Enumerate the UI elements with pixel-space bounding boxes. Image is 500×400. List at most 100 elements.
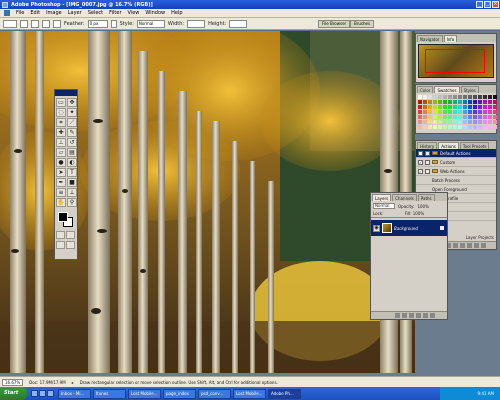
color-swatch[interactable] (418, 120, 422, 124)
color-swatch[interactable] (428, 105, 432, 109)
color-swatch[interactable] (468, 110, 472, 114)
color-swatch[interactable] (463, 100, 467, 104)
color-swatch[interactable] (428, 100, 432, 104)
color-swatch[interactable] (478, 115, 482, 119)
new-selection-icon[interactable] (20, 19, 28, 28)
color-swatch[interactable] (448, 100, 452, 104)
clone-stamp-tool-icon[interactable]: ⊥ (56, 138, 66, 147)
tab-history[interactable]: History (417, 142, 438, 149)
color-swatch[interactable] (488, 110, 492, 114)
color-swatch[interactable] (423, 95, 427, 99)
system-tray-clock[interactable]: 9:41 AM (440, 387, 500, 400)
history-brush-tool-icon[interactable]: ↺ (67, 138, 77, 147)
color-swatch[interactable] (488, 95, 492, 99)
action-set-row[interactable]: ✓ Custom (416, 158, 496, 167)
color-swatch[interactable] (478, 125, 482, 129)
color-swatch[interactable] (453, 100, 457, 104)
color-swatch[interactable] (443, 120, 447, 124)
color-swatch[interactable] (428, 110, 432, 114)
tab-swatches[interactable]: Swatches (434, 86, 460, 93)
maximize-button[interactable]: □ (484, 1, 491, 8)
type-tool-icon[interactable]: T (67, 168, 77, 177)
color-swatch[interactable] (443, 110, 447, 114)
menu-edit[interactable]: Edit (30, 10, 40, 16)
taskbar-button[interactable]: page_index (163, 388, 196, 399)
navigator-thumbnail[interactable] (418, 44, 494, 78)
adjustment-layer-icon[interactable] (416, 313, 421, 318)
anti-alias-checkbox[interactable] (110, 19, 117, 28)
menu-filter[interactable]: Filter (109, 10, 121, 16)
color-swatch[interactable] (493, 95, 497, 99)
color-swatch[interactable] (448, 120, 452, 124)
quick-mask-mode-icon[interactable] (66, 231, 75, 239)
color-swatch[interactable] (473, 100, 477, 104)
color-swatch[interactable] (468, 100, 472, 104)
status-arrow-icon[interactable]: ▸ (72, 380, 74, 385)
intersect-selection-icon[interactable] (53, 19, 61, 28)
color-swatch[interactable] (438, 115, 442, 119)
blur-tool-icon[interactable]: ● (56, 158, 66, 167)
navigator-view-box[interactable] (425, 49, 485, 73)
color-swatch[interactable] (463, 120, 467, 124)
action-dialog-toggle[interactable] (425, 168, 430, 174)
color-swatch[interactable] (463, 125, 467, 129)
color-swatch[interactable] (448, 95, 452, 99)
new-set-icon[interactable] (467, 243, 472, 248)
menu-layer[interactable]: Layer (68, 10, 82, 16)
color-swatch[interactable] (483, 95, 487, 99)
slice-tool-icon[interactable]: ⟋ (67, 118, 77, 127)
color-swatch[interactable] (438, 110, 442, 114)
color-swatch[interactable] (483, 125, 487, 129)
menu-help[interactable]: Help (171, 10, 182, 16)
tab-tool-presets[interactable]: Tool Presets (459, 142, 490, 149)
style-select[interactable]: Normal (136, 19, 165, 28)
zoom-level[interactable]: 16.67% (2, 378, 24, 386)
color-swatch[interactable] (488, 115, 492, 119)
color-swatch[interactable] (443, 115, 447, 119)
color-swatch[interactable] (483, 120, 487, 124)
color-swatch[interactable] (423, 115, 427, 119)
color-swatch[interactable] (453, 125, 457, 129)
color-swatch[interactable] (453, 120, 457, 124)
tab-actions[interactable]: Actions (438, 142, 459, 149)
standard-mode-icon[interactable] (56, 231, 65, 239)
tab-color[interactable]: Color (417, 86, 434, 93)
color-swatch[interactable] (478, 105, 482, 109)
color-swatch[interactable] (443, 100, 447, 104)
dodge-tool-icon[interactable]: ◐ (67, 158, 77, 167)
color-swatch[interactable] (483, 115, 487, 119)
blend-mode-select[interactable]: Normal (373, 203, 395, 209)
feather-input[interactable]: 0 px (87, 19, 108, 28)
action-dialog-toggle[interactable] (425, 150, 430, 156)
action-toggle-checkbox[interactable]: ✓ (418, 150, 423, 156)
record-icon[interactable] (453, 243, 458, 248)
color-swatch[interactable] (478, 110, 482, 114)
menu-file[interactable]: File (16, 10, 24, 16)
color-swatch[interactable] (438, 120, 442, 124)
color-swatch[interactable] (428, 125, 432, 129)
standard-screen-mode-icon[interactable] (56, 241, 65, 249)
color-swatch[interactable] (423, 105, 427, 109)
eraser-tool-icon[interactable]: ▱ (56, 148, 66, 157)
healing-brush-tool-icon[interactable]: ✚ (56, 128, 66, 137)
color-swatch[interactable] (468, 125, 472, 129)
color-swatch[interactable] (448, 125, 452, 129)
color-swatch[interactable] (478, 95, 482, 99)
color-swatch[interactable] (428, 120, 432, 124)
menu-select[interactable]: Select (88, 10, 103, 16)
layer-mask-icon[interactable] (402, 313, 407, 318)
color-swatch[interactable] (458, 115, 462, 119)
color-swatch[interactable] (418, 110, 422, 114)
color-swatch[interactable] (493, 115, 497, 119)
tab-paths[interactable]: Paths (417, 194, 435, 201)
color-swatch[interactable] (418, 100, 422, 104)
color-swatch[interactable] (433, 115, 437, 119)
add-selection-icon[interactable] (31, 19, 39, 28)
menu-image[interactable]: Image (46, 10, 62, 16)
color-swatch[interactable] (443, 105, 447, 109)
color-swatch[interactable] (458, 95, 462, 99)
taskbar-button[interactable]: Itunes (93, 388, 126, 399)
color-swatch[interactable] (423, 110, 427, 114)
color-swatch[interactable] (468, 120, 472, 124)
color-swatch[interactable] (453, 95, 457, 99)
